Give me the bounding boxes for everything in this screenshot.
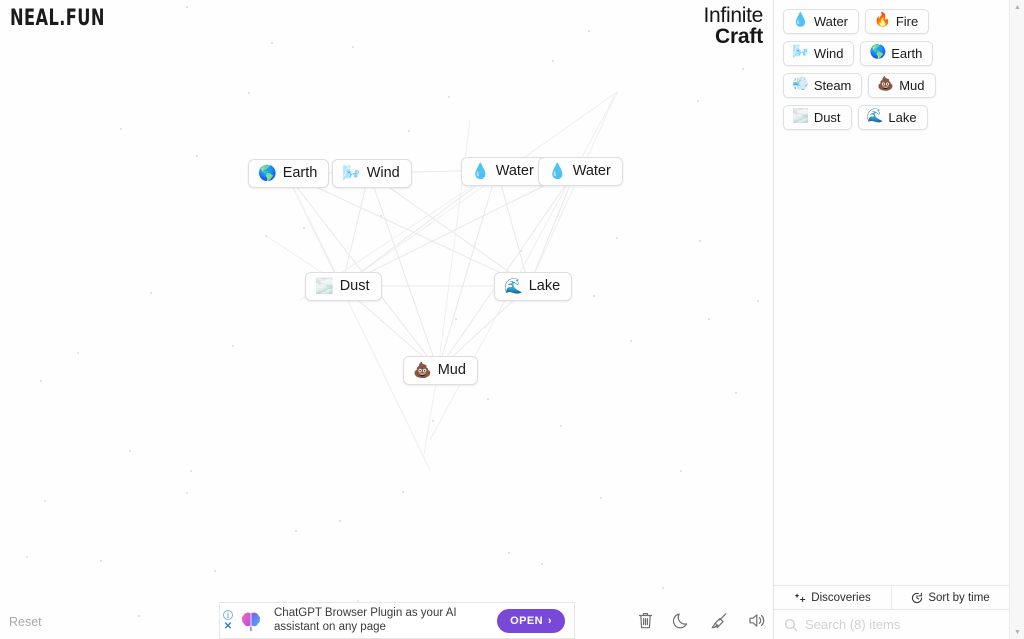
element-label: Lake <box>528 278 561 294</box>
clock-icon <box>911 592 923 604</box>
sidebar-item-emoji-icon: 🌬️ <box>792 44 809 61</box>
element-emoji-icon: 🌊 <box>504 276 523 295</box>
reset-button[interactable]: Reset <box>9 615 42 629</box>
sidebar-item-label: Dust <box>813 109 841 125</box>
sidebar-item-fire[interactable]: 🔥 Fire <box>865 9 930 34</box>
sidebar-item-water[interactable]: 💧 Water <box>783 9 860 34</box>
element-label: Earth <box>282 165 318 181</box>
sidebar-item-emoji-icon: 🌊 <box>866 108 884 125</box>
element-label: Water <box>572 163 611 179</box>
sidebar-item-steam[interactable]: 💨 Steam <box>783 73 863 98</box>
sidebar-item-mud[interactable]: 💩 Mud <box>868 73 936 98</box>
element-label: Dust <box>339 278 370 294</box>
canvas-element-dust-1[interactable]: 🌫️ Dust <box>305 272 382 301</box>
title-line-infinite: Infinite <box>703 4 764 27</box>
tab-discoveries-label: Discoveries <box>811 591 871 604</box>
sidebar-item-emoji-icon: 💧 <box>792 12 809 29</box>
sidebar-item-emoji-icon: 💩 <box>877 76 895 93</box>
neal-fun-logo[interactable]: NEAL.FUN <box>10 6 105 31</box>
sidebar-search-row[interactable] <box>774 610 1009 639</box>
sidebar-item-emoji-icon: 💨 <box>792 76 809 93</box>
ad-info-icon[interactable]: i <box>223 609 233 620</box>
canvas-element-wind-1[interactable]: 🌬️ Wind <box>332 159 412 188</box>
ad-marks: i ✕ <box>220 603 236 638</box>
canvas-element-water-1[interactable]: 💧 Water <box>461 157 546 186</box>
sound-icon[interactable] <box>745 608 767 632</box>
element-label: Mud <box>437 362 466 378</box>
chevron-right-icon: › <box>547 614 552 627</box>
crafting-canvas[interactable]: NEAL.FUN Infinite Craft 🌎 Earth 🌬️ Wind 💧 Wat… <box>0 0 773 639</box>
trash-icon[interactable] <box>634 608 656 632</box>
title-line-craft: Craft <box>714 25 763 49</box>
search-icon <box>784 618 798 632</box>
ad-close-icon[interactable]: ✕ <box>224 621 232 632</box>
element-connection-lines <box>264 91 618 471</box>
canvas-element-mud-1[interactable]: 💩 Mud <box>403 356 478 385</box>
scroll-up-arrow[interactable]: ▲ <box>1010 0 1024 14</box>
element-emoji-icon: 💩 <box>413 360 432 379</box>
sidebar-item-label: Water <box>813 13 849 29</box>
sidebar-item-lake[interactable]: 🌊 Lake <box>857 105 928 130</box>
canvas-toolbar <box>634 608 767 632</box>
background-particles <box>26 6 759 617</box>
sidebar-item-emoji-icon: 🌎 <box>869 44 887 61</box>
sidebar-item-dust[interactable]: 🌫️ Dust <box>783 105 852 130</box>
tab-discoveries[interactable]: Discoveries <box>774 586 892 609</box>
element-emoji-icon: 💧 <box>548 161 567 180</box>
element-label: Water <box>495 163 534 179</box>
sidebar-item-label: Lake <box>888 109 917 125</box>
sidebar-item-label: Earth <box>891 45 923 61</box>
sidebar-item-label: Wind <box>813 45 844 61</box>
sidebar-item-earth[interactable]: 🌎 Earth <box>860 41 934 66</box>
sparkle-icon <box>794 592 806 604</box>
sidebar-item-list: 💧 Water 🔥 Fire 🌬️ Wind 🌎 Earth 💨 Steam 💩 Mud 🌫️ Dust 🌊… <box>774 0 1009 585</box>
tab-sort-label: Sort by time <box>928 591 990 604</box>
scroll-down-arrow[interactable]: ▼ <box>1010 625 1024 639</box>
sidebar-item-wind[interactable]: 🌬️ Wind <box>783 41 855 66</box>
elements-sidebar: 💧 Water 🔥 Fire 🌬️ Wind 🌎 Earth 💨 Steam 💩 Mud 🌫️ Dust 🌊… <box>773 0 1009 639</box>
ad-text: ChatGPT Browser Plugin as your AI assist… <box>274 607 457 633</box>
element-emoji-icon: 🌎 <box>258 163 277 182</box>
broom-icon[interactable] <box>708 608 730 632</box>
canvas-element-lake-1[interactable]: 🌊 Lake <box>494 272 573 301</box>
sidebar-item-label: Steam <box>813 77 852 93</box>
search-input[interactable] <box>805 617 999 632</box>
tab-sort-by-time[interactable]: Sort by time <box>892 586 1009 609</box>
moon-icon[interactable] <box>671 608 693 632</box>
ad-brain-icon <box>238 608 264 634</box>
element-label: Wind <box>366 165 400 181</box>
sidebar-item-label: Mud <box>899 77 925 93</box>
infinite-craft-app: NEAL.FUN Infinite Craft 🌎 Earth 🌬️ Wind 💧 Wat… <box>0 0 1024 639</box>
sidebar-tabs: Discoveries Sort by time <box>774 585 1009 610</box>
sidebar-item-label: Fire <box>895 13 919 29</box>
canvas-element-earth-1[interactable]: 🌎 Earth <box>248 159 330 188</box>
sidebar-item-emoji-icon: 🌫️ <box>792 108 809 125</box>
ad-open-label: OPEN <box>510 614 543 627</box>
page-title: Infinite Craft <box>703 4 764 49</box>
element-emoji-icon: 🌫️ <box>315 276 334 295</box>
element-emoji-icon: 🌬️ <box>342 163 361 182</box>
sidebar-item-emoji-icon: 🔥 <box>874 12 891 29</box>
canvas-element-water-2[interactable]: 💧 Water <box>538 157 623 186</box>
element-emoji-icon: 💧 <box>471 161 490 180</box>
ad-banner[interactable]: i ✕ ChatGPT Browser Plugin as your AI as… <box>219 602 575 639</box>
ad-open-button[interactable]: OPEN › <box>497 608 565 633</box>
page-scrollbar[interactable]: ▲ ▼ <box>1009 0 1024 639</box>
